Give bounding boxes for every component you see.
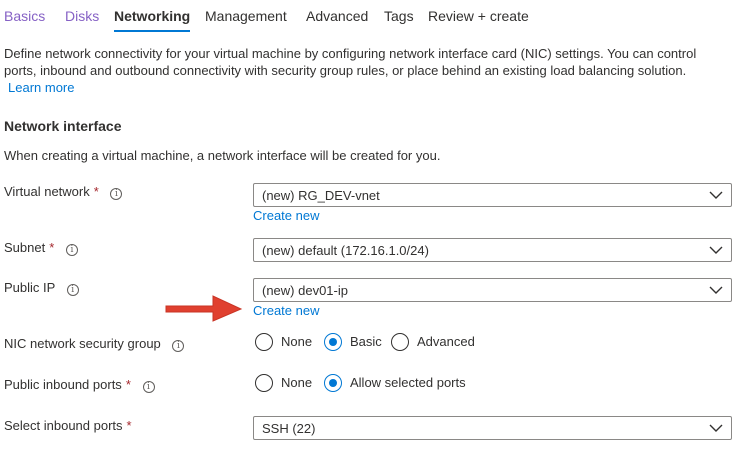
tab-disks[interactable]: Disks bbox=[65, 6, 99, 26]
public-ip-dropdown[interactable]: (new) dev01-ip bbox=[253, 278, 732, 302]
public-ip-value: (new) dev01-ip bbox=[262, 283, 348, 298]
public-ip-label-text: Public IP bbox=[4, 280, 56, 295]
chevron-down-icon bbox=[709, 246, 723, 254]
tab-advanced[interactable]: Advanced bbox=[306, 6, 368, 26]
radio-label: Allow selected ports bbox=[350, 375, 466, 390]
public-ip-label: Public IP i bbox=[4, 280, 79, 296]
virtual-network-label: Virtual network * i bbox=[4, 184, 123, 200]
subnet-label: Subnet * i bbox=[4, 240, 78, 256]
public-inbound-radio-none[interactable]: None bbox=[255, 374, 320, 394]
select-inbound-ports-label: Select inbound ports * bbox=[4, 418, 132, 433]
nic-nsg-label: NIC network security group i bbox=[4, 336, 185, 352]
section-title: Network interface bbox=[4, 118, 122, 134]
tab-basics[interactable]: Basics bbox=[4, 6, 45, 26]
nic-nsg-label-text: NIC network security group bbox=[4, 336, 161, 351]
required-marker: * bbox=[49, 240, 55, 255]
virtual-network-create-new-link[interactable]: Create new bbox=[253, 208, 319, 223]
section-subtitle: When creating a virtual machine, a netwo… bbox=[4, 148, 441, 163]
virtual-network-value: (new) RG_DEV-vnet bbox=[262, 188, 380, 203]
info-icon[interactable]: i bbox=[142, 381, 155, 393]
info-icon[interactable]: i bbox=[110, 188, 123, 200]
description-line-2: ports, inbound and outbound connectivity… bbox=[4, 63, 687, 78]
tab-networking[interactable]: Networking bbox=[114, 6, 190, 26]
chevron-down-icon bbox=[709, 424, 723, 432]
radio-label: None bbox=[281, 375, 313, 390]
subnet-value: (new) default (172.16.1.0/24) bbox=[262, 243, 429, 258]
required-marker: * bbox=[126, 418, 132, 433]
radio-label: None bbox=[281, 334, 313, 349]
virtual-network-dropdown[interactable]: (new) RG_DEV-vnet bbox=[253, 183, 732, 207]
radio-unchecked-icon bbox=[391, 333, 409, 351]
radio-label: Basic bbox=[350, 334, 382, 349]
public-inbound-radio-allow-selected[interactable]: Allow selected ports bbox=[324, 374, 474, 394]
tab-management[interactable]: Management bbox=[205, 6, 287, 26]
subnet-label-text: Subnet bbox=[4, 240, 46, 255]
active-tab-indicator bbox=[114, 30, 190, 32]
wizard-tabs: Basics Disks Networking Management Advan… bbox=[0, 0, 736, 34]
tab-review-create[interactable]: Review + create bbox=[428, 6, 529, 26]
public-inbound-ports-label-text: Public inbound ports bbox=[4, 377, 122, 392]
radio-checked-icon bbox=[324, 333, 342, 351]
subnet-dropdown[interactable]: (new) default (172.16.1.0/24) bbox=[253, 238, 732, 262]
virtual-network-label-text: Virtual network bbox=[4, 184, 90, 199]
nic-nsg-radio-basic[interactable]: Basic bbox=[324, 333, 384, 353]
radio-checked-icon bbox=[324, 374, 342, 392]
description-line-1: Define network connectivity for your vir… bbox=[4, 46, 697, 61]
radio-unchecked-icon bbox=[255, 374, 273, 392]
public-ip-create-new-link[interactable]: Create new bbox=[253, 303, 319, 318]
nic-nsg-radio-advanced[interactable]: Advanced bbox=[391, 333, 481, 353]
chevron-down-icon bbox=[709, 191, 723, 199]
tab-tags[interactable]: Tags bbox=[384, 6, 414, 26]
learn-more-link[interactable]: Learn more bbox=[8, 79, 74, 96]
page-description: Define network connectivity for your vir… bbox=[4, 45, 724, 96]
red-arrow-annotation bbox=[165, 295, 243, 322]
select-inbound-ports-label-text: Select inbound ports bbox=[4, 418, 123, 433]
radio-unchecked-icon bbox=[255, 333, 273, 351]
public-inbound-ports-label: Public inbound ports * i bbox=[4, 377, 155, 393]
nic-nsg-radio-none[interactable]: None bbox=[255, 333, 320, 353]
select-inbound-ports-dropdown[interactable]: SSH (22) bbox=[253, 416, 732, 440]
required-marker: * bbox=[125, 377, 131, 392]
info-icon[interactable]: i bbox=[65, 244, 78, 256]
required-marker: * bbox=[93, 184, 99, 199]
info-icon[interactable]: i bbox=[172, 340, 185, 352]
chevron-down-icon bbox=[709, 286, 723, 294]
radio-label: Advanced bbox=[417, 334, 475, 349]
info-icon[interactable]: i bbox=[66, 284, 79, 296]
select-inbound-ports-value: SSH (22) bbox=[262, 421, 316, 436]
